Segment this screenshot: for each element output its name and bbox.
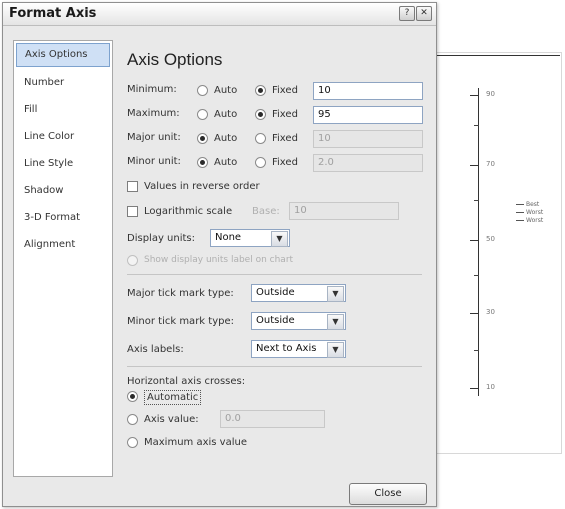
reverse-order-checkbox[interactable]	[127, 181, 138, 192]
axis-labels-select[interactable]: Next to Axis ▼	[251, 340, 346, 358]
minimum-fixed-radio[interactable]	[255, 85, 266, 96]
maximum-value-field[interactable]: 95	[313, 106, 423, 124]
minor-tick-label: Minor tick mark type:	[127, 316, 234, 327]
minor-unit-auto-label: Auto	[214, 157, 238, 168]
chart-tick-label: 90	[486, 90, 495, 98]
h-cross-max-radio[interactable]	[127, 437, 138, 448]
major-unit-fixed-label: Fixed	[272, 133, 298, 144]
chart-tick-label: 30	[486, 308, 495, 316]
chart-minor-tick	[474, 275, 479, 276]
show-units-checkbox[interactable]	[127, 255, 138, 266]
h-cross-value-radio[interactable]	[127, 414, 138, 425]
chevron-down-icon: ▼	[327, 314, 344, 330]
nav-item-alignment[interactable]: Alignment	[14, 231, 112, 258]
log-scale-checkbox[interactable]	[127, 206, 138, 217]
major-unit-auto-radio[interactable]	[197, 133, 208, 144]
minor-unit-fixed-radio[interactable]	[255, 157, 266, 168]
minor-tick-select[interactable]: Outside ▼	[251, 312, 346, 330]
chart-legend-entry: Best	[516, 201, 539, 208]
chart-major-tick	[470, 165, 479, 166]
minimum-auto-radio[interactable]	[197, 85, 208, 96]
nav-item-3d-format[interactable]: 3-D Format	[14, 204, 112, 231]
nav-item-fill[interactable]: Fill	[14, 96, 112, 123]
chart-major-tick	[470, 240, 479, 241]
h-cross-automatic-label: Automatic	[144, 390, 202, 405]
log-base-label: Base:	[252, 206, 280, 217]
major-unit-label: Major unit:	[127, 132, 181, 143]
chart-legend-entry: Worst	[516, 209, 543, 216]
reverse-order-label: Values in reverse order	[144, 181, 260, 192]
h-cross-value-field[interactable]: 0.0	[220, 410, 325, 428]
minor-unit-value-field[interactable]: 2.0	[313, 154, 423, 172]
nav-item-axis-options[interactable]: Axis Options	[16, 43, 110, 67]
major-unit-auto-label: Auto	[214, 133, 238, 144]
maximum-fixed-label: Fixed	[272, 109, 298, 120]
section-divider	[127, 274, 422, 275]
h-cross-value-label: Axis value:	[144, 414, 199, 425]
h-cross-max-label: Maximum axis value	[144, 437, 247, 448]
axis-options-panel: Axis Options Minimum: Auto Fixed 10 Maxi…	[117, 40, 430, 476]
log-base-field[interactable]: 10	[289, 202, 399, 220]
major-unit-value-field[interactable]: 10	[313, 130, 423, 148]
chart-minor-tick	[474, 350, 479, 351]
minor-unit-label: Minor unit:	[127, 156, 181, 167]
minimum-fixed-label: Fixed	[272, 85, 298, 96]
category-nav: Axis Options Number Fill Line Color Line…	[13, 40, 113, 477]
close-button[interactable]: Close	[349, 483, 427, 505]
maximum-fixed-radio[interactable]	[255, 109, 266, 120]
nav-item-line-style[interactable]: Line Style	[14, 150, 112, 177]
dialog-titlebar[interactable]: Format Axis ? ✕	[3, 3, 436, 26]
nav-item-number[interactable]: Number	[14, 69, 112, 96]
chevron-down-icon: ▼	[327, 342, 344, 358]
dialog-title: Format Axis	[9, 6, 97, 21]
close-icon[interactable]: ✕	[416, 6, 432, 21]
chart-minor-tick	[474, 200, 479, 201]
log-scale-label: Logarithmic scale	[144, 206, 233, 217]
major-tick-select[interactable]: Outside ▼	[251, 284, 346, 302]
maximum-label: Maximum:	[127, 108, 180, 119]
nav-item-line-color[interactable]: Line Color	[14, 123, 112, 150]
display-units-select[interactable]: None ▼	[210, 229, 290, 247]
h-cross-label: Horizontal axis crosses:	[127, 376, 246, 387]
format-axis-dialog: Format Axis ? ✕ Axis Options Number Fill…	[2, 2, 437, 507]
chart-major-tick	[470, 95, 479, 96]
chart-tick-label: 70	[486, 160, 495, 168]
minimum-value-field[interactable]: 10	[313, 82, 423, 100]
minimum-auto-label: Auto	[214, 85, 238, 96]
chevron-down-icon: ▼	[327, 286, 344, 302]
major-unit-fixed-radio[interactable]	[255, 133, 266, 144]
h-cross-automatic-radio[interactable]	[127, 391, 138, 402]
display-units-label: Display units:	[127, 233, 195, 244]
chevron-down-icon: ▼	[271, 231, 288, 247]
chart-tick-label: 50	[486, 235, 495, 243]
minor-unit-auto-radio[interactable]	[197, 157, 208, 168]
help-icon[interactable]: ?	[399, 6, 415, 21]
chart-minor-tick	[474, 125, 479, 126]
maximum-auto-label: Auto	[214, 109, 238, 120]
display-units-value: None	[215, 232, 242, 243]
axis-labels-value: Next to Axis	[256, 343, 317, 354]
chart-legend-entry: Worst	[516, 217, 543, 224]
maximum-auto-radio[interactable]	[197, 109, 208, 120]
nav-item-shadow[interactable]: Shadow	[14, 177, 112, 204]
panel-heading: Axis Options	[127, 50, 223, 69]
chart-border-line	[436, 55, 560, 56]
chart-major-tick	[470, 313, 479, 314]
minor-unit-fixed-label: Fixed	[272, 157, 298, 168]
minor-tick-value: Outside	[256, 315, 295, 326]
section-divider	[127, 366, 422, 367]
axis-labels-label: Axis labels:	[127, 344, 184, 355]
background-chart	[436, 52, 562, 454]
chart-tick-label: 10	[486, 383, 495, 391]
major-tick-value: Outside	[256, 287, 295, 298]
chart-major-tick	[470, 388, 479, 389]
major-tick-label: Major tick mark type:	[127, 288, 234, 299]
minimum-label: Minimum:	[127, 84, 177, 95]
show-units-label: Show display units label on chart	[144, 255, 294, 265]
